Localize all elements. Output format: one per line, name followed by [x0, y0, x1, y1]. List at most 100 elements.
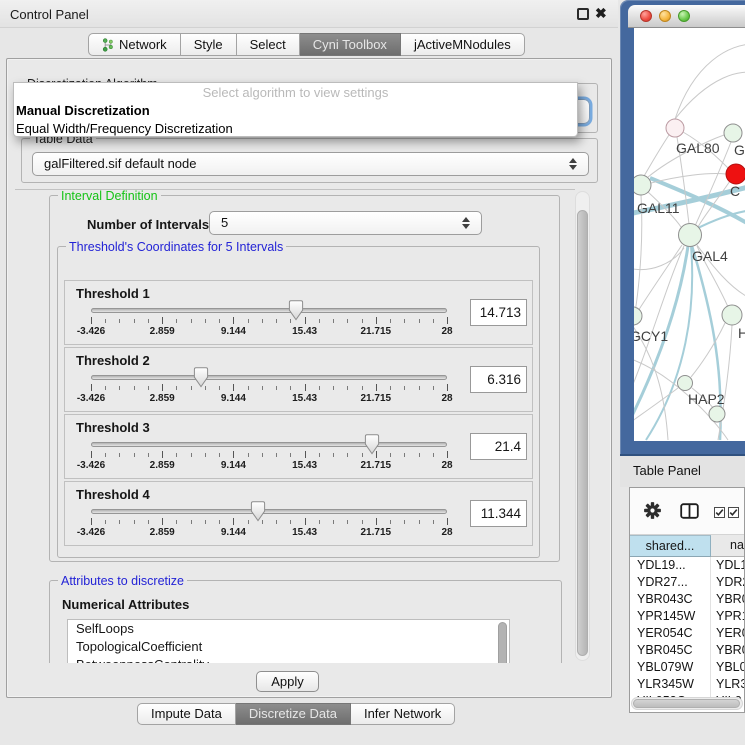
checkbox-checked-icon[interactable]: [728, 506, 739, 521]
cell-shared-name[interactable]: YDL19...: [630, 557, 711, 574]
network-node[interactable]: [726, 164, 745, 184]
tab-jactivemnodules[interactable]: jActiveMNodules: [401, 33, 525, 56]
tab-label: Network: [119, 34, 167, 56]
cell-name[interactable]: YBL0: [711, 659, 744, 676]
list-item[interactable]: TopologicalCoefficient: [68, 638, 509, 656]
list-scrollbar[interactable]: [498, 622, 507, 663]
split-columns-icon[interactable]: [680, 503, 699, 522]
cell-name[interactable]: YLR3: [711, 676, 744, 693]
slider-handle[interactable]: [193, 367, 209, 388]
algorithm-option[interactable]: Manual Discretization: [14, 102, 577, 120]
cell-shared-name[interactable]: YBL079W: [630, 659, 711, 676]
threshold-value-field[interactable]: 11.344: [470, 500, 527, 527]
scrollbar-thumb[interactable]: [633, 699, 740, 708]
cell-shared-name[interactable]: YLR345W: [630, 676, 711, 693]
panel-scrollbar[interactable]: [575, 191, 590, 661]
threshold-slider[interactable]: -3.4262.8599.14415.4321.71528: [91, 503, 447, 545]
cell-shared-name[interactable]: YBR043C: [630, 591, 711, 608]
threshold-value-field[interactable]: 6.316: [470, 366, 527, 393]
numerical-attributes-list[interactable]: SelfLoopsTopologicalCoefficientBetweenne…: [67, 619, 510, 663]
tick-mark: [105, 453, 106, 457]
node-label: C: [730, 183, 740, 199]
table-row[interactable]: YBL079WYBL0: [630, 659, 744, 676]
table-data-combobox[interactable]: galFiltered.sif default node: [32, 152, 589, 176]
tick-label: 21.715: [361, 527, 392, 538]
network-node[interactable]: [722, 305, 742, 325]
slider-track[interactable]: [91, 509, 447, 514]
tab-select[interactable]: Select: [237, 33, 300, 56]
network-node[interactable]: [709, 406, 725, 422]
network-node[interactable]: [679, 224, 702, 247]
tab-impute-data[interactable]: Impute Data: [137, 703, 236, 725]
table-row[interactable]: YLR345WYLR3: [630, 676, 744, 693]
table-row[interactable]: YER054CYER0: [630, 625, 744, 642]
table-row[interactable]: YBR043CYBR0: [630, 591, 744, 608]
tick-mark: [319, 453, 320, 457]
cell-name[interactable]: YPR1: [711, 608, 744, 625]
mac-minimize-button[interactable]: [659, 10, 671, 22]
mac-close-button[interactable]: [640, 10, 652, 22]
slider-handle[interactable]: [288, 300, 304, 321]
mac-zoom-button[interactable]: [678, 10, 690, 22]
cell-shared-name[interactable]: YPR145W: [630, 608, 711, 625]
threshold-slider[interactable]: -3.4262.8599.14415.4321.71528: [91, 436, 447, 478]
network-node[interactable]: [724, 124, 742, 142]
network-canvas[interactable]: GAL80GACGAL11GAL4GCY1HAHAP2: [634, 28, 745, 441]
cell-shared-name[interactable]: YDR27...: [630, 574, 711, 591]
scrollbar-thumb[interactable]: [577, 210, 588, 656]
network-node[interactable]: [634, 307, 642, 325]
slider-track[interactable]: [91, 308, 447, 313]
horizontal-scrollbar[interactable]: [631, 697, 743, 710]
threshold-panel: Threshold 2-3.4262.8599.14415.4321.71528…: [64, 347, 533, 412]
algorithm-dropdown-popup: Select algorithm to view settings Manual…: [13, 82, 578, 137]
list-item[interactable]: SelfLoops: [68, 620, 509, 638]
tab-label: Style: [194, 34, 223, 56]
tab-infer-network[interactable]: Infer Network: [351, 703, 455, 725]
list-item[interactable]: BetweennessCentrality: [68, 656, 509, 663]
threshold-slider[interactable]: -3.4262.8599.14415.4321.71528: [91, 302, 447, 344]
cell-name[interactable]: YDR2: [711, 574, 744, 591]
cell-name[interactable]: YBR0: [711, 642, 744, 659]
network-node[interactable]: [678, 376, 693, 391]
network-window-titlebar[interactable]: [628, 5, 745, 28]
tab-style[interactable]: Style: [181, 33, 237, 56]
num-intervals-combobox[interactable]: 5: [209, 211, 482, 235]
tab-network[interactable]: Network: [88, 33, 181, 56]
threshold-value-field[interactable]: 14.713: [470, 299, 527, 326]
table-row[interactable]: YPR145WYPR1: [630, 608, 744, 625]
apply-button[interactable]: Apply: [256, 671, 319, 692]
float-window-icon[interactable]: [577, 8, 589, 20]
cell-shared-name[interactable]: YER054C: [630, 625, 711, 642]
slider-handle[interactable]: [364, 434, 380, 455]
cell-shared-name[interactable]: YBR045C: [630, 642, 711, 659]
slider-handle[interactable]: [250, 501, 266, 522]
slider-ticks: [91, 518, 447, 526]
control-panel-titlebar: Control Panel ✖: [0, 0, 618, 28]
tick-mark: [419, 520, 420, 524]
cell-name[interactable]: YBR0: [711, 591, 744, 608]
cell-name[interactable]: YDL1: [711, 557, 744, 574]
column-header-name[interactable]: na: [711, 535, 744, 557]
table-row[interactable]: YDR27...YDR2: [630, 574, 744, 591]
table-row[interactable]: YBR045CYBR0: [630, 642, 744, 659]
tick-mark: [105, 386, 106, 390]
app-root: { "colors": { "green_title": "#15c315", …: [0, 0, 745, 745]
threshold-value-field[interactable]: 21.4: [470, 433, 527, 460]
gear-icon[interactable]: [644, 502, 661, 522]
algorithm-option[interactable]: Equal Width/Frequency Discretization: [14, 120, 577, 138]
threshold-slider[interactable]: -3.4262.8599.14415.4321.71528: [91, 369, 447, 411]
threshold-label: Threshold 4: [76, 487, 150, 502]
table-data-group: Table Data galFiltered.sif default node: [21, 138, 598, 183]
slider-track[interactable]: [91, 442, 447, 447]
tab-cyni-toolbox[interactable]: Cyni Toolbox: [300, 33, 401, 56]
threshold-panel: Threshold 4-3.4262.8599.14415.4321.71528…: [64, 481, 533, 546]
cell-name[interactable]: YER0: [711, 625, 744, 642]
checkbox-checked-icon[interactable]: [714, 506, 725, 521]
tab-discretize-data[interactable]: Discretize Data: [236, 703, 351, 725]
network-node[interactable]: [634, 175, 651, 195]
slider-track[interactable]: [91, 375, 447, 380]
network-node[interactable]: [666, 119, 684, 137]
table-row[interactable]: YDL19...YDL1: [630, 557, 744, 574]
close-icon[interactable]: ✖: [595, 5, 607, 22]
column-header-shared-name[interactable]: shared...: [630, 535, 711, 557]
